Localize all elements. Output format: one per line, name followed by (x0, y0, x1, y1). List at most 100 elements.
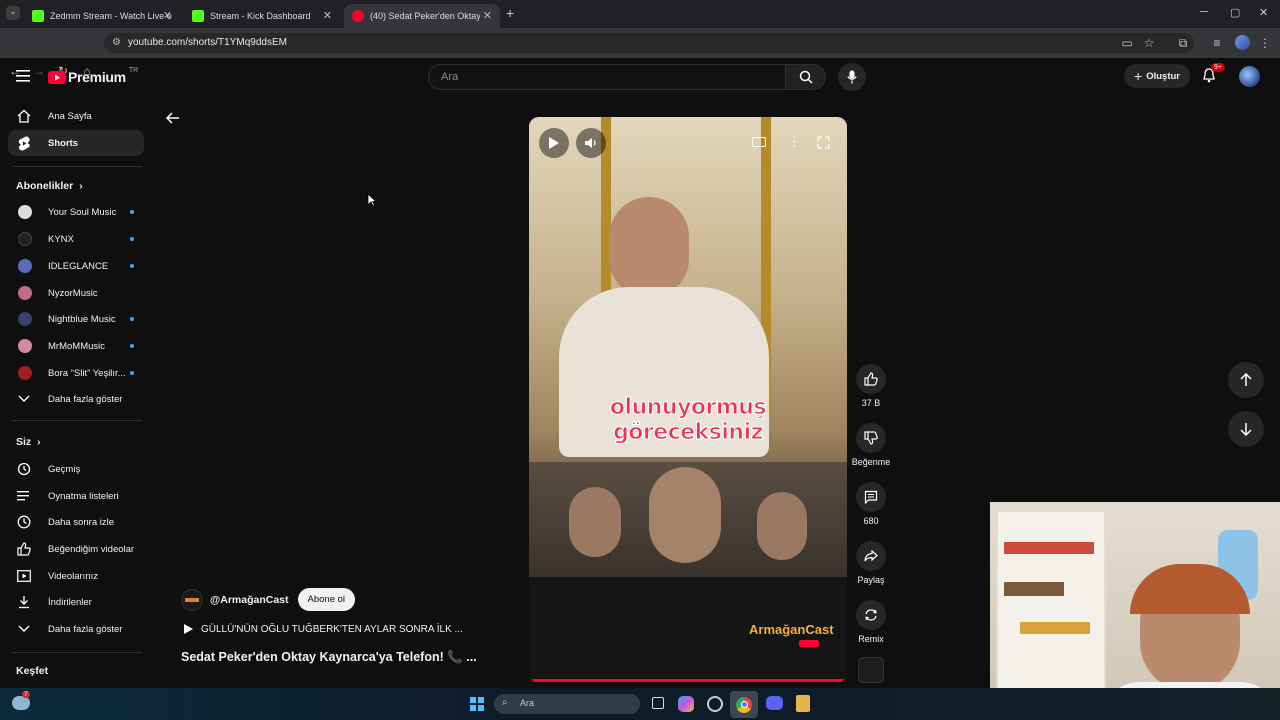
task-view-icon[interactable] (652, 697, 664, 709)
sidebar-item-label: Geçmiş (48, 463, 81, 475)
sidebar-item-label: İndirilenler (48, 596, 92, 608)
channel-logo-mark (185, 597, 199, 602)
tab-youtube-short[interactable]: (40) Sedat Peker'den Oktay Kay ✕ (344, 4, 500, 28)
channel-name: Bora “Slit” Yeşilır... (48, 367, 126, 379)
thumbs-down-icon (864, 431, 878, 445)
captions-icon[interactable] (752, 137, 766, 147)
volume-button[interactable] (576, 128, 606, 158)
you-header-label: Siz (16, 436, 32, 448)
app-icon[interactable] (707, 696, 723, 712)
discord-icon[interactable] (766, 696, 783, 710)
subscription-item[interactable]: Your Soul Music (8, 199, 144, 225)
show-more-subscriptions[interactable]: Daha fazla göster (8, 386, 144, 412)
minimize-icon[interactable]: ─ (1200, 6, 1208, 18)
close-window-icon[interactable]: ✕ (1259, 6, 1268, 19)
close-icon[interactable]: ✕ (323, 9, 332, 22)
guide-menu-icon[interactable] (16, 70, 30, 82)
play-icon (184, 624, 193, 634)
sidebar-item-home[interactable]: Ana Sayfa (8, 103, 144, 129)
copilot-icon[interactable] (678, 696, 694, 712)
sidebar-item-history[interactable]: Geçmiş (8, 456, 144, 482)
subscription-item[interactable]: Bora “Slit” Yeşilır... (8, 360, 144, 386)
create-button[interactable]: + Oluştur (1124, 64, 1190, 88)
close-icon[interactable]: ✕ (163, 9, 172, 22)
subscription-item[interactable]: Nightblue Music (8, 306, 144, 332)
chevron-down-icon (16, 621, 32, 637)
share-button[interactable]: Paylaş (852, 541, 890, 585)
channel-watermark: ArmağanCast (749, 622, 834, 637)
sidebar-item-watch-later[interactable]: Daha sonra izle (8, 509, 144, 535)
tab-search-button[interactable]: ⌄ (6, 6, 20, 20)
youtube-premium-logo[interactable]: Premium TR (48, 67, 138, 85)
comments-button[interactable]: 680 (852, 482, 890, 526)
search-button[interactable] (786, 64, 826, 90)
maximize-icon[interactable]: ▢ (1230, 6, 1240, 19)
media-control-icon[interactable]: ≡ (1210, 36, 1224, 50)
sidebar-item-your-videos[interactable]: Videolarınız (8, 563, 144, 589)
play-button[interactable] (539, 128, 569, 158)
fullscreen-icon[interactable] (817, 136, 830, 149)
sidebar-item-shorts[interactable]: Shorts (8, 130, 144, 156)
url-text: youtube.com/shorts/T1YMq9ddsEM (128, 37, 287, 48)
channel-avatar (18, 259, 32, 273)
windows-taskbar: 7 ⌕ Ara (0, 688, 1280, 720)
profile-avatar[interactable] (1235, 35, 1250, 50)
taskbar-search[interactable]: ⌕ Ara (494, 694, 640, 714)
sidebar-item-downloads[interactable]: İndirilenler (8, 589, 144, 615)
remix-icon (865, 609, 877, 621)
bookmark-star-icon[interactable]: ☆ (1142, 36, 1156, 50)
address-bar[interactable]: ⚙ youtube.com/shorts/T1YMq9ddsEM (104, 33, 1194, 53)
comment-count: 680 (863, 516, 879, 526)
channel-name[interactable]: @ArmağanCast (210, 594, 289, 606)
tab-zedmm-stream[interactable]: Zedmm Stream - Watch Live o ✕ (24, 4, 180, 28)
weather-badge: 7 (22, 691, 30, 698)
youtube-icon (352, 10, 364, 22)
history-icon (16, 461, 32, 477)
extensions-icon[interactable]: ⧉ (1176, 36, 1190, 50)
sidebar-item-playlists[interactable]: Oynatma listeleri (8, 483, 144, 509)
like-button[interactable]: 37 B (852, 364, 890, 408)
subscribe-button[interactable]: Abone ol (297, 588, 356, 611)
weather-widget[interactable] (12, 696, 30, 710)
back-arrow-icon[interactable] (165, 111, 181, 125)
close-icon[interactable]: ✕ (483, 9, 492, 22)
remix-button[interactable]: Remix (852, 600, 890, 644)
youtube-watermark-icon (799, 640, 819, 647)
chrome-icon[interactable] (730, 691, 758, 718)
account-avatar[interactable] (1239, 66, 1260, 87)
sidebar-item-label: Daha sonra izle (48, 516, 115, 528)
cast-icon[interactable]: ▭ (1120, 36, 1134, 50)
subscriptions-header[interactable]: Abonelikler › (16, 180, 83, 192)
start-button[interactable] (470, 697, 484, 711)
site-info-icon[interactable]: ⚙ (112, 37, 121, 48)
show-more-you[interactable]: Daha fazla göster (8, 616, 144, 642)
linked-video-row[interactable]: GÜLLÜ'NÜN OĞLU TUĞBERK'TEN AYLAR SONRA İ… (183, 623, 463, 635)
app-icon[interactable] (796, 695, 810, 712)
tab-kick-dashboard[interactable]: Stream - Kick Dashboard ✕ (184, 4, 340, 28)
progress-bar[interactable] (529, 679, 847, 682)
subscription-item[interactable]: KYNX (8, 226, 144, 252)
new-content-dot (130, 344, 134, 348)
kick-icon (192, 10, 204, 22)
previous-short-button[interactable] (1228, 362, 1264, 398)
new-tab-button[interactable]: + (506, 5, 514, 21)
subscription-item[interactable]: NyzorMusic (8, 280, 144, 306)
browser-menu-icon[interactable]: ⋮ (1258, 36, 1272, 50)
divider (12, 652, 142, 653)
subscription-item[interactable]: MrMoMMusic (8, 333, 144, 359)
dislike-button[interactable]: Beğenme (848, 423, 894, 467)
subscription-item[interactable]: IDLEGLANCE (8, 253, 144, 279)
search-input[interactable]: Ara (428, 64, 786, 90)
sidebar-item-liked-videos[interactable]: Beğendiğim videolar (8, 536, 144, 562)
sound-thumbnail[interactable] (858, 657, 884, 683)
channel-avatar[interactable] (181, 588, 203, 611)
short-title[interactable]: Sedat Peker'den Oktay Kaynarca'ya Telefo… (181, 650, 477, 665)
notifications-button[interactable]: 9+ (1202, 63, 1225, 84)
short-video-player[interactable]: olunuyormuş göreceksiniz ArmağanCast ⋮ (529, 117, 847, 683)
voice-search-button[interactable] (838, 63, 866, 91)
kick-icon (32, 10, 44, 22)
you-header[interactable]: Siz › (16, 436, 41, 448)
more-options-icon[interactable]: ⋮ (788, 134, 801, 150)
thumbs-up-icon (864, 372, 878, 386)
next-short-button[interactable] (1228, 411, 1264, 447)
